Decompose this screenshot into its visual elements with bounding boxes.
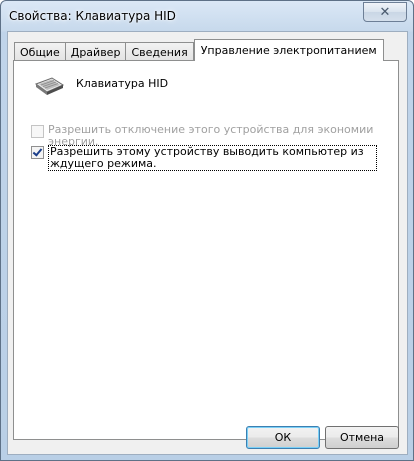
keyboard-icon <box>34 77 64 95</box>
ok-button-label: ОК <box>274 431 292 444</box>
allow-wake-option[interactable]: Разрешить этому устройству выводить комп… <box>31 145 377 171</box>
allow-wake-checkbox[interactable] <box>31 146 44 159</box>
tab-driver[interactable]: Драйвер <box>64 42 127 61</box>
allow-turn-off-checkbox <box>31 125 44 138</box>
cancel-button[interactable]: Отмена <box>325 426 399 449</box>
tab-general[interactable]: Общие <box>14 42 66 61</box>
tab-details[interactable]: Сведения <box>125 42 194 61</box>
dialog-client-area: Общие Драйвер Сведения Управление электр… <box>7 31 408 455</box>
power-management-panel: Клавиатура HID Разрешить отключение этог… <box>13 60 399 440</box>
close-icon: ✕ <box>379 4 391 20</box>
tab-power-management[interactable]: Управление электропитанием <box>193 39 384 61</box>
ok-button[interactable]: ОК <box>246 426 320 449</box>
window-title: Свойства: Клавиатура HID <box>9 9 176 23</box>
close-button[interactable]: ✕ <box>363 2 407 22</box>
properties-dialog: Свойства: Клавиатура HID ✕ Общие Драйвер… <box>0 0 414 461</box>
tab-label: Управление электропитанием <box>200 44 377 57</box>
tab-strip: Общие Драйвер Сведения Управление электр… <box>14 39 384 61</box>
allow-wake-label[interactable]: Разрешить этому устройству выводить комп… <box>48 145 377 171</box>
tab-label: Драйвер <box>70 45 121 59</box>
cancel-button-label: Отмена <box>339 431 385 444</box>
device-name: Клавиатура HID <box>76 77 169 90</box>
title-bar: Свойства: Клавиатура HID ✕ <box>1 1 413 31</box>
tab-label: Сведения <box>131 45 188 59</box>
tab-label: Общие <box>20 45 60 59</box>
